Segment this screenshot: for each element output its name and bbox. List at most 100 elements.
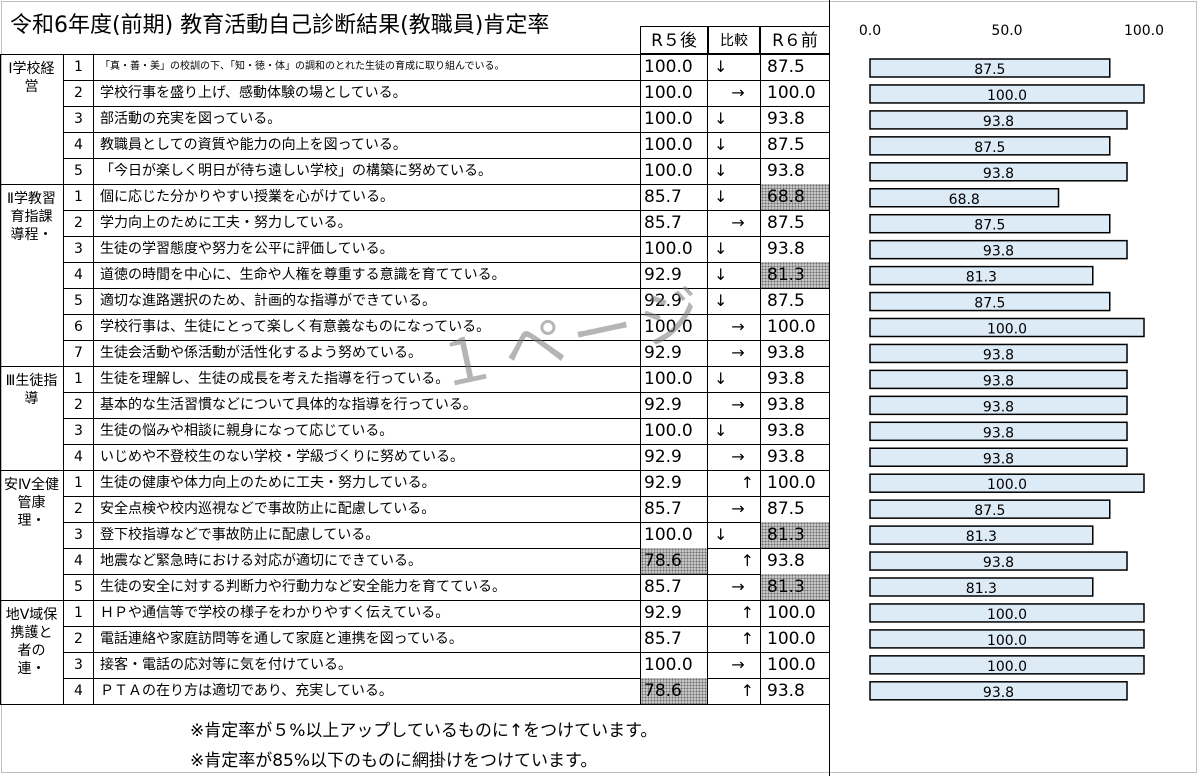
row-number: 1 [64,54,94,80]
r6-value: 87.5 [760,132,830,158]
grid-line [0,704,830,705]
table-left-border [0,54,1,704]
data-label: 93.8 [983,451,1014,467]
data-label: 93.8 [983,685,1014,701]
row-number: 3 [64,652,94,678]
data-label: 93.8 [983,373,1014,389]
r6-value: 100.0 [760,600,830,626]
compare-arrow: ↓ [714,161,728,180]
row-number: 4 [64,444,94,470]
row-item-text: いじめや不登校生のない学校・学級づくりに努めている。 [100,449,464,465]
r5-value: 100.0 [640,158,708,184]
table-row: 2 電話連絡や家庭訪問等を通して家庭と連携を図っている。 85.7 ↑ 100.0 [64,626,830,652]
x-tick-label: 100.0 [1124,23,1164,39]
r5-value: 92.9 [640,600,708,626]
compare-arrow: ↓ [714,421,728,440]
row-item-text: 生徒の安全に対する判断力や行動力など安全能力を育てている。 [100,579,506,595]
header-r5: R５後 [640,26,708,54]
note-shading: ※肯定率が85%以下のものに網掛けをつけています。 [190,751,598,771]
header-r6: R６前 [760,26,830,54]
row-number: 5 [64,288,94,314]
r6-value: 87.5 [760,210,830,236]
row-number: 1 [64,184,94,210]
category-cell: Ⅰ学校経営 [0,54,64,184]
r5-value: 100.0 [640,418,708,444]
r6-value: 87.5 [760,54,830,80]
data-label: 87.5 [974,140,1005,156]
row-item-text: 登下校指導などで事故防止に配慮している。 [100,527,380,543]
compare-arrow: ↑ [740,551,754,570]
row-number: 4 [64,262,94,288]
compare-arrow: ↓ [714,291,728,310]
table-row: 3 部活動の充実を図っている。 100.0 ↓ 93.8 [64,106,830,132]
row-number: 4 [64,548,94,574]
compare-arrow: → [731,395,745,414]
row-item-text: 生徒の健康や体力向上のために工夫・努力している。 [100,475,436,491]
data-label: 93.8 [983,399,1014,415]
x-tick-label: 50.0 [991,23,1022,39]
compare-arrow: → [731,577,745,596]
header-compare: 比較 [708,26,760,54]
r5-value: 100.0 [640,314,708,340]
r5-value: 100.0 [640,132,708,158]
compare-arrow: → [731,499,745,518]
table-row: 3 生徒の学習態度や努力を公平に評価している。 100.0 ↓ 93.8 [64,236,830,262]
row-item-text: 電話連絡や家庭訪問等を通して家庭と連携を図っている。 [100,631,463,647]
compare-arrow: ↓ [714,187,728,206]
data-label: 93.8 [983,347,1014,363]
data-label: 100.0 [987,659,1027,675]
data-label: 100.0 [987,322,1027,338]
row-item-text: 生徒会活動や係活動が活性化するよう努めている。 [100,345,422,361]
category-cell: 地Ⅴ域保携護と者の連・ [0,600,64,704]
compare-arrow: ↓ [714,265,728,284]
r6-value: 81.3 [760,262,830,288]
data-label: 81.3 [966,529,997,545]
table-row: 3 生徒の悩みや相談に親身になって応じている。 100.0 ↓ 93.8 [64,418,830,444]
r5-value: 92.9 [640,470,708,496]
data-label: 68.8 [949,192,980,208]
row-item-text: 「今日が楽しく明日が待ち遠しい学校」の構築に努めている。 [100,163,492,179]
category-label: Ⅲ生徒指導 [5,373,58,407]
row-number: 2 [64,392,94,418]
r6-value: 93.8 [760,444,830,470]
row-item-text: 安全点検や校内巡視などで事故防止に配慮している。 [100,501,436,517]
table-row: 4 道徳の時間を中心に、生命や人権を尊重する意識を育てている。 92.9 ↓ 81.3 [64,262,830,288]
row-number: 2 [64,626,94,652]
row-number: 2 [64,210,94,236]
r6-value: 68.8 [760,184,830,210]
compare-arrow: ↓ [714,135,728,154]
r6-value: 100.0 [760,626,830,652]
category-label: 安Ⅳ全健管康理・ [4,477,59,529]
r6-value: 100.0 [760,314,830,340]
compare-arrow: → [731,655,745,674]
row-item-text: 「真・善・美」の校訓の下、「知・徳・体」の調和のとれた生徒の育成に取り組んでいる… [100,61,505,72]
table-row: 5 「今日が楽しく明日が待ち遠しい学校」の構築に努めている。 100.0 ↓ 93.8 [64,158,830,184]
data-label: 93.8 [983,244,1014,260]
row-number: 2 [64,496,94,522]
table-row: 1 個に応じた分かりやすい授業を心がけている。 85.7 ↓ 68.8 [64,184,830,210]
compare-arrow: ↑ [740,473,754,492]
row-item-text: 個に応じた分かりやすい授業を心がけている。 [100,189,394,205]
row-number: 3 [64,522,94,548]
table-row: 1 「真・善・美」の校訓の下、「知・徳・体」の調和のとれた生徒の育成に取り組んでい… [64,54,830,80]
page-title: 令和6年度(前期) 教育活動自己診断結果(教職員)肯定率 [10,13,550,38]
data-label: 100.0 [987,88,1027,104]
r5-value: 92.9 [640,288,708,314]
compare-arrow: ↑ [740,681,754,700]
table-row: 4 地震など緊急時における対応が適切にできている。 78.6 ↑ 93.8 [64,548,830,574]
row-item-text: 生徒の学習態度や努力を公平に評価している。 [100,241,394,257]
row-item-text: 学校行事を盛り上げ、感動体験の場としている。 [100,85,407,101]
data-label: 87.5 [974,503,1005,519]
note-up-arrow: ※肯定率が５%以上アップしているものに↑をつけています。 [190,721,658,741]
table-row: 4 教職員としての資質や能力の向上を図っている。 100.0 ↓ 87.5 [64,132,830,158]
r5-value: 100.0 [640,366,708,392]
category-cell: Ⅲ生徒指導 [0,366,64,470]
row-number: 1 [64,470,94,496]
data-label: 81.3 [966,581,997,597]
r6-value: 93.8 [760,418,830,444]
x-tick-label: 0.0 [859,23,881,39]
row-item-text: 学校行事は、生徒にとって楽しく有意義なものになっている。 [100,319,491,335]
row-number: 4 [64,132,94,158]
table-row: 2 学校行事を盛り上げ、感動体験の場としている。 100.0 → 100.0 [64,80,830,106]
r6-value: 93.8 [760,392,830,418]
